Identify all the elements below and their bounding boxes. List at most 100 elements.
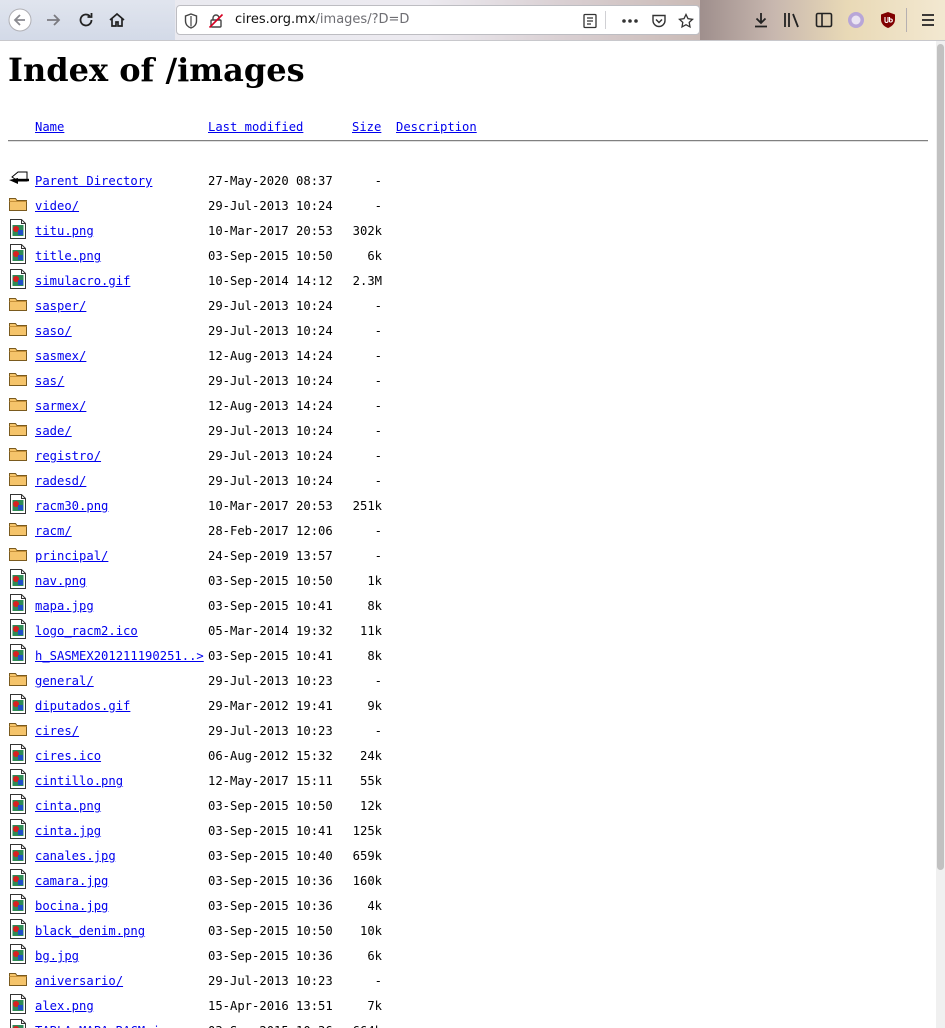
reload-button[interactable] — [72, 6, 100, 34]
file-name-cell: sarmex/ — [35, 398, 86, 414]
file-link[interactable]: diputados.gif — [35, 699, 130, 713]
bookmark-star-button[interactable] — [677, 12, 695, 30]
file-link[interactable]: sade/ — [35, 424, 72, 438]
sort-by-name-link[interactable]: Name — [35, 120, 64, 134]
table-row: black_denim.png 03-Sep-2015 10:50 10k — [0, 918, 936, 943]
downloads-button[interactable] — [747, 6, 775, 34]
file-link[interactable]: racm/ — [35, 524, 72, 538]
size-cell: 4k — [367, 899, 382, 913]
last-modified-cell: 15-Apr-2016 13:51 — [208, 999, 333, 1013]
back-button[interactable] — [6, 6, 34, 34]
file-link[interactable]: mapa.jpg — [35, 599, 94, 613]
file-link[interactable]: saso/ — [35, 324, 72, 338]
last-modified-cell: 29-Jul-2013 10:24 — [208, 449, 333, 463]
file-link[interactable]: alex.png — [35, 999, 94, 1013]
file-link[interactable]: logo_racm2.ico — [35, 624, 138, 638]
file-link[interactable]: cires/ — [35, 724, 79, 738]
sort-by-last-modified-link[interactable]: Last modified — [208, 120, 303, 134]
size-cell: - — [374, 449, 382, 463]
file-name-cell: racm/ — [35, 523, 72, 539]
column-header-size[interactable]: Size — [352, 119, 381, 135]
image-file-icon — [8, 268, 28, 290]
size-cell: 7k — [367, 999, 382, 1013]
toolbar-separator — [906, 8, 907, 32]
insecure-lock-icon[interactable] — [207, 12, 225, 30]
file-link[interactable]: canales.jpg — [35, 849, 116, 863]
sidebar-button[interactable] — [810, 6, 838, 34]
file-link[interactable]: h_SASMEX201211190251..> — [35, 649, 204, 663]
file-name-cell: nav.png — [35, 573, 86, 589]
size-cell: - — [374, 299, 382, 313]
app-menu-button[interactable] — [914, 6, 942, 34]
table-row: principal/24-Sep-2019 13:57 - — [0, 543, 936, 568]
file-link[interactable]: general/ — [35, 674, 94, 688]
last-modified-cell: 28-Feb-2017 12:06 — [208, 524, 333, 538]
file-name-cell: diputados.gif — [35, 698, 130, 714]
last-modified-cell: 03-Sep-2015 10:36 — [208, 899, 333, 913]
reader-view-button[interactable] — [581, 12, 599, 30]
file-link[interactable]: cintillo.png — [35, 774, 123, 788]
file-link[interactable]: nav.png — [35, 574, 86, 588]
file-link[interactable]: TABLA_MAPA_RACM.jpg — [35, 1024, 174, 1028]
vertical-scrollbar[interactable] — [936, 41, 945, 1028]
file-link[interactable]: cinta.jpg — [35, 824, 101, 838]
file-link[interactable]: black_denim.png — [35, 924, 145, 938]
file-link[interactable]: simulacro.gif — [35, 274, 130, 288]
forward-button[interactable] — [39, 6, 67, 34]
file-link[interactable]: registro/ — [35, 449, 101, 463]
image-file-icon — [8, 243, 28, 265]
file-link[interactable]: sas/ — [35, 374, 64, 388]
image-file-icon — [8, 818, 28, 840]
file-name-cell: sasper/ — [35, 298, 86, 314]
file-link[interactable]: video/ — [35, 199, 79, 213]
table-row: titu.png 10-Mar-2017 20:53 302k — [0, 218, 936, 243]
file-link[interactable]: sasmex/ — [35, 349, 86, 363]
table-row: title.png 03-Sep-2015 10:50 6k — [0, 243, 936, 268]
folder-icon — [8, 293, 28, 315]
last-modified-cell: 27-May-2020 08:37 — [208, 174, 333, 188]
file-link[interactable]: racm30.png — [35, 499, 108, 513]
image-file-icon — [8, 768, 28, 790]
table-row: aniversario/29-Jul-2013 10:23 - — [0, 968, 936, 993]
home-button[interactable] — [103, 6, 131, 34]
file-link[interactable]: title.png — [35, 249, 101, 263]
table-row: cires/29-Jul-2013 10:23 - — [0, 718, 936, 743]
file-link[interactable]: radesd/ — [35, 474, 86, 488]
table-row: cires.ico 06-Aug-2012 15:32 24k — [0, 743, 936, 768]
file-name-cell: bg.jpg — [35, 948, 79, 964]
file-link[interactable]: sarmex/ — [35, 399, 86, 413]
file-link[interactable]: bocina.jpg — [35, 899, 108, 913]
file-link[interactable]: cinta.png — [35, 799, 101, 813]
file-link[interactable]: bg.jpg — [35, 949, 79, 963]
tracking-protection-shield-icon[interactable] — [182, 12, 200, 30]
file-link[interactable]: aniversario/ — [35, 974, 123, 988]
last-modified-cell: 12-Aug-2013 14:24 — [208, 349, 333, 363]
extension-button[interactable] — [842, 6, 870, 34]
page-actions-menu-button[interactable] — [621, 12, 639, 30]
sort-by-description-link[interactable]: Description — [396, 120, 477, 134]
file-link[interactable]: titu.png — [35, 224, 94, 238]
url-text[interactable]: cires.org.mx/images/?D=D — [235, 12, 409, 27]
sort-by-size-link[interactable]: Size — [352, 120, 381, 134]
scrollbar-thumb[interactable] — [937, 44, 944, 870]
size-cell: - — [374, 399, 382, 413]
file-link[interactable]: cires.ico — [35, 749, 101, 763]
column-header-last-modified[interactable]: Last modified — [208, 119, 303, 135]
column-header-description[interactable]: Description — [396, 119, 477, 135]
library-button[interactable] — [778, 6, 806, 34]
parent-directory-link[interactable]: Parent Directory — [35, 174, 152, 188]
column-header-name[interactable]: Name — [35, 119, 64, 135]
file-link[interactable]: camara.jpg — [35, 874, 108, 888]
file-link[interactable]: principal/ — [35, 549, 108, 563]
address-bar[interactable]: cires.org.mx/images/?D=D — [176, 5, 700, 35]
last-modified-cell: 03-Sep-2015 10:41 — [208, 824, 333, 838]
table-row: sarmex/12-Aug-2013 14:24 - — [0, 393, 936, 418]
file-link[interactable]: sasper/ — [35, 299, 86, 313]
file-name-cell: h_SASMEX201211190251..> — [35, 648, 204, 664]
table-row: mapa.jpg 03-Sep-2015 10:41 8k — [0, 593, 936, 618]
pocket-button[interactable] — [650, 12, 668, 30]
image-file-icon — [8, 218, 28, 240]
last-modified-cell: 29-Jul-2013 10:24 — [208, 374, 333, 388]
ublock-origin-button[interactable] — [874, 6, 902, 34]
page-title: Index of /images — [8, 51, 305, 89]
